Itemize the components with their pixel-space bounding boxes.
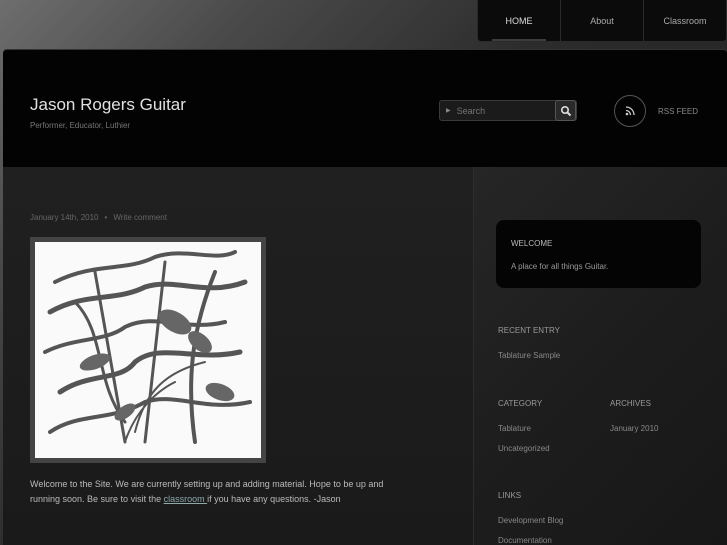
recent-entry-heading: RECENT ENTRY <box>498 326 560 335</box>
rss-icon <box>625 106 635 116</box>
site-title[interactable]: Jason Rogers Guitar <box>30 95 186 115</box>
sketch-artwork <box>43 250 252 444</box>
search-box: ▶ <box>439 100 577 121</box>
nav-classroom[interactable]: Classroom <box>644 0 726 41</box>
separator-dot: • <box>104 213 108 222</box>
category-item-uncategorized[interactable]: Uncategorized <box>498 444 550 453</box>
welcome-text: A place for all things Guitar. <box>511 262 609 271</box>
top-navigation: HOME About Classroom <box>477 0 727 42</box>
search-input[interactable] <box>456 105 547 116</box>
site-header: Jason Rogers Guitar Performer, Educator,… <box>3 49 727 167</box>
triangle-right-icon: ▶ <box>446 108 451 114</box>
post-body: Welcome to the Site. We are currently se… <box>30 477 400 507</box>
nav-about[interactable]: About <box>561 0 644 41</box>
post-meta: January 14th, 2010 • Write comment <box>30 213 167 222</box>
search-button[interactable] <box>555 100 576 121</box>
search-icon <box>560 105 571 116</box>
site-tagline: Performer, Educator, Luthier <box>30 121 131 130</box>
rss-feed-link[interactable]: RSS FEED <box>658 107 698 116</box>
archive-item[interactable]: January 2010 <box>610 424 658 433</box>
link-development-blog[interactable]: Development Blog <box>498 516 563 525</box>
post-text-outro: if you have any questions. -Jason <box>207 494 341 504</box>
archives-heading: ARCHIVES <box>610 399 651 408</box>
post-image <box>30 237 266 463</box>
classroom-link[interactable]: classroom <box>164 494 208 504</box>
category-item-tablature[interactable]: Tablature <box>498 424 531 433</box>
main-content: January 14th, 2010 • Write comment Welco… <box>3 167 473 545</box>
rss-button[interactable] <box>614 95 646 127</box>
guitar-sketch-image <box>35 242 261 458</box>
welcome-widget: WELCOME A place for all things Guitar. <box>496 220 701 288</box>
welcome-heading: WELCOME <box>511 239 553 248</box>
category-heading: CATEGORY <box>498 399 543 408</box>
link-documentation[interactable]: Documentation <box>498 536 552 545</box>
post-date: January 14th, 2010 <box>30 213 99 222</box>
nav-home[interactable]: HOME <box>478 0 561 41</box>
sidebar: WELCOME A place for all things Guitar. R… <box>473 167 727 545</box>
links-heading: LINKS <box>498 491 522 500</box>
recent-entry-item[interactable]: Tablature Sample <box>498 351 560 360</box>
write-comment-link[interactable]: Write comment <box>113 213 167 222</box>
